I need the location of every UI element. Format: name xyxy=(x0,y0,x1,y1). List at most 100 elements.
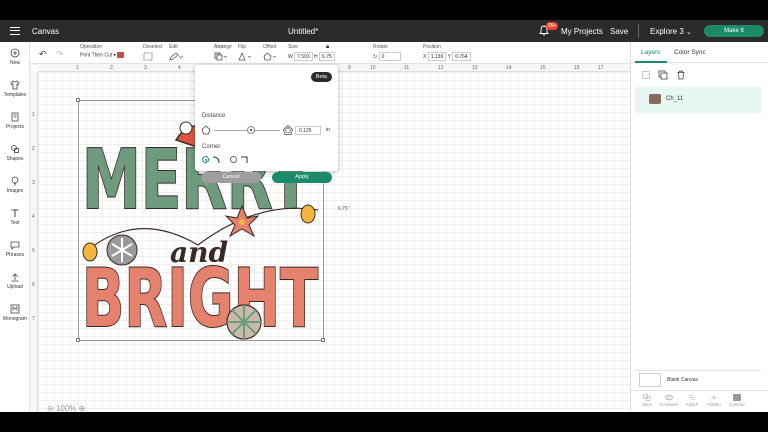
rounded-corner-radio[interactable] xyxy=(202,156,209,163)
layer-thumbnail xyxy=(649,94,661,104)
ruler-mark: 3 xyxy=(32,180,35,186)
sidebar-item-text[interactable]: Text xyxy=(0,208,30,226)
resize-handle[interactable] xyxy=(321,338,325,342)
tool-label: Combine xyxy=(659,402,678,407)
square-corner-radio[interactable] xyxy=(230,156,237,163)
zoom-level: 100% xyxy=(55,404,77,412)
left-sidebar: New Templates Projects Shapes Images Tex… xyxy=(0,42,30,412)
shirt-icon xyxy=(10,80,20,90)
make-it-button[interactable]: Make It xyxy=(704,25,764,37)
plus-circle-icon xyxy=(10,48,20,58)
offset-popup: Beta Distance 0.125 in Corner Cancel App… xyxy=(195,65,338,183)
rotate-label: Rotate xyxy=(373,44,388,50)
tool-label: Contour xyxy=(728,402,745,407)
active-tab-indicator xyxy=(635,61,667,63)
canvas-swatch xyxy=(639,373,661,387)
machine-select[interactable]: Explore 3 xyxy=(650,27,684,36)
sidebar-item-label: Images xyxy=(6,188,24,194)
left-ruler: 1 2 3 4 5 6 7 xyxy=(30,72,38,412)
undo-icon[interactable]: ↶ xyxy=(39,49,47,60)
my-projects-link[interactable]: My Projects xyxy=(561,27,603,36)
tool-label: Flatten xyxy=(707,402,721,407)
x-label: X xyxy=(423,54,427,60)
offset-label: Offset xyxy=(263,44,277,50)
ruler-mark: 2 xyxy=(110,65,113,71)
arrange-label: Arrange xyxy=(214,44,232,50)
sidebar-item-label: Templates xyxy=(3,92,27,98)
layer-tools: Slice Combine Attach Flatten Contour xyxy=(631,390,768,412)
sidebar-item-label: Upload xyxy=(7,284,23,290)
resize-handle[interactable] xyxy=(76,98,80,102)
cancel-button[interactable]: Cancel xyxy=(201,172,261,183)
deselect-group[interactable]: Deselect xyxy=(143,44,162,61)
rounded-corner-icon xyxy=(212,156,220,164)
panel-tabs: Layers Color Sync xyxy=(631,42,768,63)
ruler-mark: 17 xyxy=(598,65,604,71)
small-offset-icon xyxy=(201,125,211,135)
divider xyxy=(638,24,639,38)
sidebar-item-templates[interactable]: Templates xyxy=(0,80,30,98)
x-input[interactable]: 1.139 xyxy=(427,52,447,61)
square-corner-icon xyxy=(241,156,248,163)
sidebar-item-phrases[interactable]: Phrases xyxy=(0,240,30,258)
sidebar-item-upload[interactable]: Upload xyxy=(0,272,30,290)
y-input[interactable]: 0.764 xyxy=(452,52,471,61)
sidebar-item-projects[interactable]: Projects xyxy=(0,112,30,130)
project-title: Untitled* xyxy=(288,27,319,36)
attach-tool[interactable]: Attach xyxy=(682,394,702,407)
sidebar-item-images[interactable]: Images xyxy=(0,176,30,194)
slice-icon xyxy=(643,394,651,401)
sidebar-item-label: Text xyxy=(10,220,20,226)
position-fields: X 1.139 Y 0.764 xyxy=(423,52,471,61)
width-input[interactable]: 7.503 xyxy=(294,52,313,61)
tab-layers[interactable]: Layers xyxy=(641,49,661,56)
blank-canvas-row[interactable]: Blank Canvas xyxy=(635,370,761,388)
arrange-group[interactable]: Arrange xyxy=(214,44,232,61)
operation-select[interactable]: Print Then Cut ▾ xyxy=(80,52,125,61)
hamburger-menu-icon[interactable] xyxy=(10,27,20,35)
distance-slider-handle[interactable] xyxy=(247,126,255,134)
height-input[interactable]: 6.75 xyxy=(319,52,335,61)
position-label: Position xyxy=(423,44,441,50)
trash-icon[interactable] xyxy=(676,70,686,80)
large-offset-icon xyxy=(283,125,293,135)
rotate-input[interactable]: 0 xyxy=(378,52,401,61)
text-icon xyxy=(11,209,19,217)
ruler-mark: 7 xyxy=(32,316,35,322)
layer-item[interactable]: Ch_11 xyxy=(635,87,761,113)
operation-value: Print Then Cut xyxy=(80,52,113,59)
layer-name: Ch_11 xyxy=(666,96,684,102)
distance-label: Distance xyxy=(202,113,226,119)
zoom-out-icon[interactable]: ⊝ xyxy=(47,404,54,412)
duplicate-icon[interactable] xyxy=(658,70,668,80)
tab-color-sync[interactable]: Color Sync xyxy=(674,49,706,56)
sidebar-item-label: New xyxy=(9,60,20,66)
resize-handle[interactable] xyxy=(76,338,80,342)
flatten-tool[interactable]: Flatten xyxy=(704,394,724,407)
chevron-down-icon[interactable]: ⌄ xyxy=(686,28,692,36)
slice-tool[interactable]: Slice xyxy=(637,394,657,407)
sidebar-item-monogram[interactable]: Monogram xyxy=(0,304,30,322)
edit-group[interactable]: Edit xyxy=(169,44,183,61)
zoom-in-icon[interactable]: ⊕ xyxy=(79,404,86,412)
flip-group[interactable]: Flip xyxy=(238,44,252,61)
sidebar-item-label: Projects xyxy=(5,124,25,130)
distance-input[interactable]: 0.125 xyxy=(295,126,321,135)
offset-group[interactable]: Offset xyxy=(263,44,277,61)
lock-icon[interactable]: 🔒︎ xyxy=(326,44,329,51)
flip-label: Flip xyxy=(238,44,247,50)
contour-tool[interactable]: Contour xyxy=(727,394,747,407)
shapes-icon xyxy=(11,145,19,153)
section-title: Canvas xyxy=(32,27,60,36)
combine-tool[interactable]: Combine xyxy=(659,394,679,407)
edit-toolbar: ↶ ↷ Operation Print Then Cut ▾ Deselect … xyxy=(0,42,630,64)
sidebar-item-shapes[interactable]: Shapes xyxy=(0,144,30,162)
sidebar-item-new[interactable]: New xyxy=(0,48,30,66)
save-button[interactable]: Save xyxy=(610,27,628,36)
redo-icon[interactable]: ↷ xyxy=(56,49,64,60)
apply-button[interactable]: Apply xyxy=(272,172,332,183)
combine-icon xyxy=(665,394,673,401)
group-icon[interactable] xyxy=(641,70,651,80)
ruler-mark: 3 xyxy=(144,65,147,71)
height-dimension-label: 6.75" xyxy=(338,206,350,212)
